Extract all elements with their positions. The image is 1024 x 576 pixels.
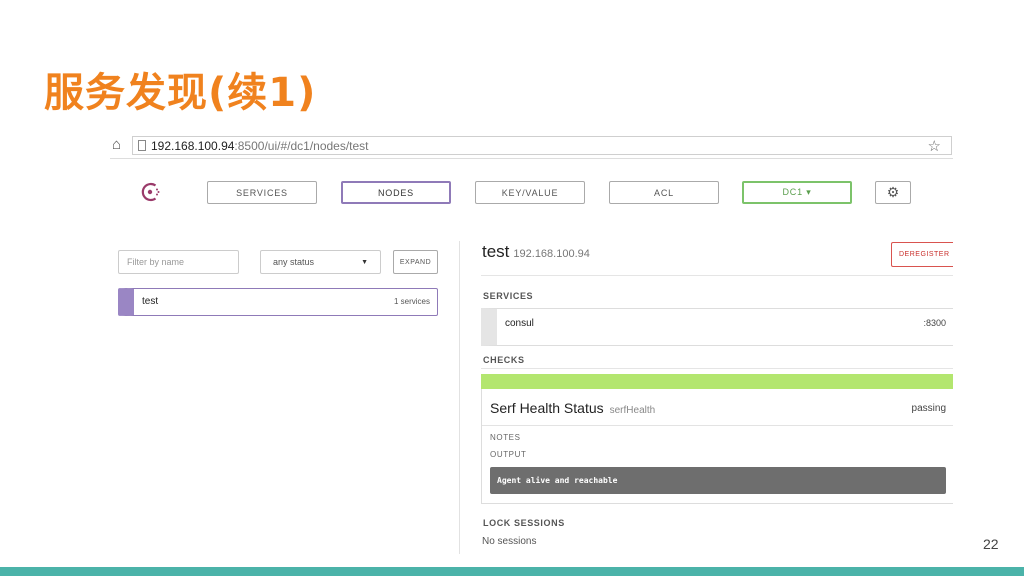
check-separator	[482, 425, 953, 426]
status-select-value: any status	[273, 257, 315, 267]
expand-button[interactable]: EXPAND	[393, 250, 438, 274]
divider-line	[481, 368, 953, 369]
panel-divider	[459, 241, 460, 554]
check-id: serfHealth	[609, 405, 656, 416]
service-port: :8300	[923, 318, 946, 328]
check-status: passing	[911, 403, 946, 414]
node-name: test	[142, 296, 159, 307]
services-heading: SERVICES	[483, 291, 534, 301]
caret-down-icon: ▼	[361, 258, 368, 266]
url-field[interactable]: 192.168.100.94:8500/ui/#/dc1/nodes/test …	[132, 136, 952, 155]
bookmark-star-icon[interactable]: ☆	[928, 137, 941, 155]
check-item: Serf Health Status serfHealth passing NOT…	[481, 389, 953, 504]
node-list-item[interactable]: test 1 services	[118, 288, 438, 316]
deregister-button[interactable]: DEREGISTER	[891, 242, 953, 267]
divider-line	[481, 275, 953, 276]
node-detail-ip: 192.168.100.94	[513, 248, 590, 260]
nav-acl-button[interactable]: ACL	[609, 181, 719, 204]
lock-sessions-heading: LOCK SESSIONS	[483, 518, 565, 528]
browser-address-bar: ⌂ 192.168.100.94:8500/ui/#/dc1/nodes/tes…	[110, 135, 953, 159]
notes-label: NOTES	[490, 433, 521, 442]
lock-sessions-value: No sessions	[482, 536, 537, 547]
check-name: Serf Health Status	[490, 400, 604, 416]
output-label: OUTPUT	[490, 450, 527, 459]
service-list-item[interactable]: consul :8300	[481, 308, 953, 346]
page-number: 22	[983, 536, 999, 552]
url-text: 192.168.100.94:8500/ui/#/dc1/nodes/test	[151, 139, 369, 153]
node-detail-name: test	[482, 242, 510, 261]
gear-icon: ⚙	[886, 184, 900, 200]
check-status-bar	[481, 374, 953, 389]
footer-bar	[0, 567, 1024, 576]
check-name-line: Serf Health Status serfHealth	[490, 400, 655, 416]
consul-logo-icon[interactable]	[140, 181, 162, 203]
settings-button[interactable]: ⚙	[875, 181, 911, 204]
checks-heading: CHECKS	[483, 355, 525, 365]
home-icon[interactable]: ⌂	[112, 137, 126, 152]
nav-services-button[interactable]: SERVICES	[207, 181, 317, 204]
datacenter-dropdown[interactable]: DC1 ▾	[742, 181, 852, 204]
slide-title: 服务发现(续1)	[44, 70, 317, 116]
node-service-count: 1 services	[393, 297, 430, 306]
filter-name-input[interactable]: Filter by name	[118, 250, 239, 274]
check-output: Agent alive and reachable	[490, 467, 946, 494]
page-icon	[138, 140, 146, 151]
service-name: consul	[505, 318, 534, 329]
nav-nodes-button[interactable]: NODES	[341, 181, 451, 204]
status-select[interactable]: any status ▼	[260, 250, 381, 274]
nav-key-value-button[interactable]: KEY/VALUE	[475, 181, 585, 204]
node-detail-title: test 192.168.100.94	[482, 242, 590, 262]
